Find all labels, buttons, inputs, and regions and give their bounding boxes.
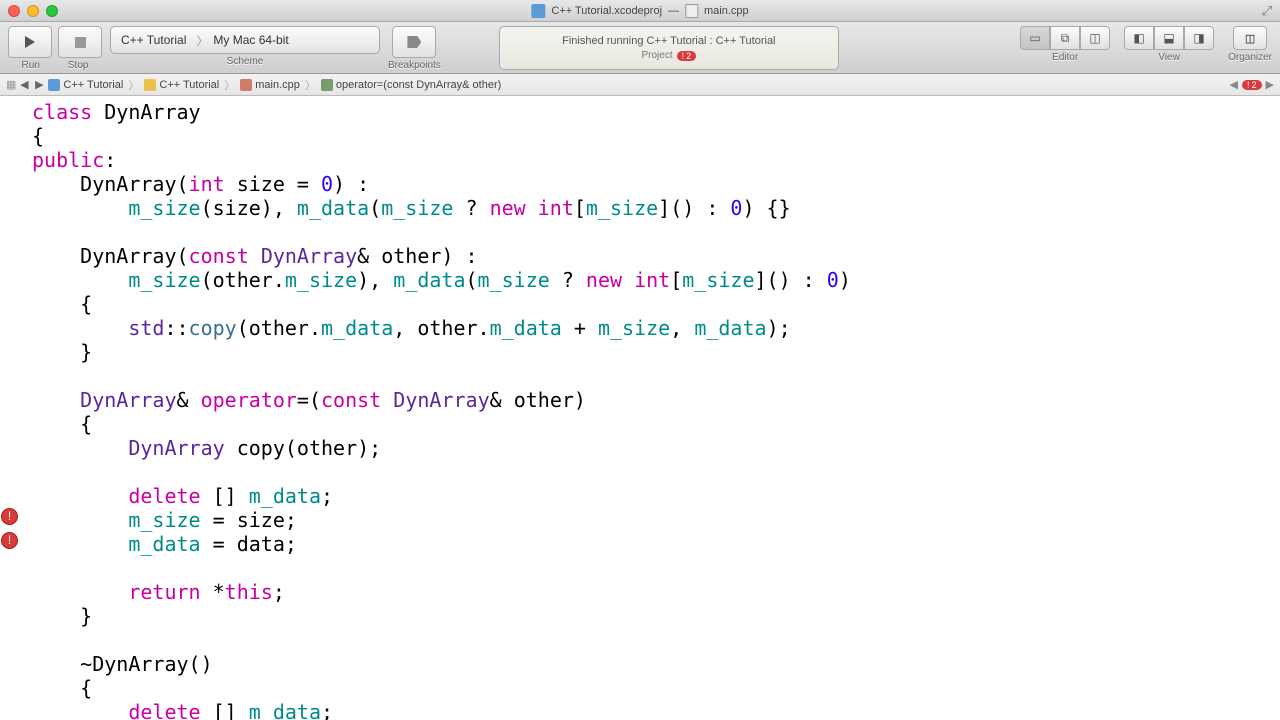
zoom-window-button[interactable] <box>46 5 58 17</box>
jump-bar: ▦ ◀ ▶ C++ Tutorial 〉 C++ Tutorial 〉 main… <box>0 74 1280 96</box>
next-issue-button[interactable]: ▶ <box>1266 78 1274 91</box>
issue-badge[interactable]: ! 2 <box>1242 80 1262 90</box>
organizer-group: ◫ Organizer <box>1228 26 1272 63</box>
file-icon <box>685 4 698 18</box>
code-editor[interactable]: ! ! class DynArray { public: DynArray(in… <box>0 96 1280 720</box>
toolbar-right: ▭ ⧉ ◫ Editor ◧ ⬓ ◨ View ◫ Organizer <box>1020 26 1272 63</box>
prev-issue-button[interactable]: ◀ <box>1230 78 1238 91</box>
crumb-file[interactable]: main.cpp <box>240 79 300 91</box>
standard-editor-button[interactable]: ▭ <box>1020 26 1050 50</box>
chevron-right-icon: 〉 <box>305 77 316 93</box>
source-code[interactable]: class DynArray { public: DynArray(int si… <box>0 96 1280 720</box>
cpp-file-icon <box>240 79 252 91</box>
crumb-project[interactable]: C++ Tutorial <box>48 79 123 91</box>
project-icon <box>48 79 60 91</box>
toggle-debug-button[interactable]: ⬓ <box>1154 26 1184 50</box>
fullscreen-icon[interactable]: ⤢ <box>1262 3 1272 19</box>
scheme-selector[interactable]: C++ Tutorial 〉 My Mac 64-bit <box>110 26 380 54</box>
gutter: ! ! <box>0 96 20 720</box>
run-stop-group: Run Stop <box>8 26 102 71</box>
run-label: Run <box>22 60 40 71</box>
error-badge[interactable]: ! 2 <box>677 51 697 61</box>
scheme-label: Scheme <box>227 56 264 67</box>
crumb-folder[interactable]: C++ Tutorial <box>144 79 219 91</box>
version-editor-button[interactable]: ◫ <box>1080 26 1110 50</box>
activity-status: Finished running C++ Tutorial : C++ Tuto… <box>499 26 839 70</box>
minimize-window-button[interactable] <box>27 5 39 17</box>
project-icon <box>531 4 545 18</box>
crumb-symbol[interactable]: operator=(const DynArray& other) <box>321 79 501 91</box>
editor-label: Editor <box>1052 52 1078 63</box>
scheme-group: C++ Tutorial 〉 My Mac 64-bit Scheme <box>110 26 380 67</box>
window-controls <box>8 5 58 17</box>
scheme-project: C++ Tutorial <box>111 33 196 47</box>
back-button[interactable]: ◀ <box>18 78 30 91</box>
view-group: ◧ ⬓ ◨ View <box>1124 26 1214 63</box>
toolbar: Run Stop C++ Tutorial 〉 My Mac 64-bit Sc… <box>0 22 1280 74</box>
folder-icon <box>144 79 156 91</box>
scheme-destination: My Mac 64-bit <box>203 33 298 47</box>
organizer-label: Organizer <box>1228 52 1272 63</box>
run-button[interactable] <box>8 26 52 58</box>
stop-button[interactable] <box>58 26 102 58</box>
status-project-label: Project <box>641 50 672 61</box>
forward-button[interactable]: ▶ <box>33 78 45 91</box>
window-title: C++ Tutorial.xcodeproj — main.cpp <box>531 4 748 18</box>
chevron-right-icon: 〉 <box>128 77 139 93</box>
breakpoints-group: Breakpoints <box>388 26 441 71</box>
title-separator: — <box>668 5 679 17</box>
toggle-utilities-button[interactable]: ◨ <box>1184 26 1214 50</box>
status-message: Finished running C++ Tutorial : C++ Tuto… <box>562 35 775 47</box>
breakpoints-label: Breakpoints <box>388 60 441 71</box>
breakpoint-icon <box>407 36 421 48</box>
assistant-editor-button[interactable]: ⧉ <box>1050 26 1080 50</box>
stop-label: Stop <box>68 60 89 71</box>
title-bar: C++ Tutorial.xcodeproj — main.cpp ⤢ <box>0 0 1280 22</box>
toggle-navigator-button[interactable]: ◧ <box>1124 26 1154 50</box>
editor-mode-group: ▭ ⧉ ◫ Editor <box>1020 26 1110 63</box>
file-name: main.cpp <box>704 5 749 17</box>
project-name: C++ Tutorial.xcodeproj <box>551 5 662 17</box>
error-marker-icon[interactable]: ! <box>1 532 18 549</box>
chevron-right-icon: 〉 <box>196 32 203 49</box>
view-label: View <box>1158 52 1180 63</box>
organizer-button[interactable]: ◫ <box>1233 26 1267 50</box>
breakpoints-button[interactable] <box>392 26 436 58</box>
related-items-icon[interactable]: ▦ <box>6 78 15 91</box>
stop-icon <box>75 37 86 48</box>
chevron-right-icon: 〉 <box>224 77 235 93</box>
error-count: 2 <box>686 51 691 61</box>
error-marker-icon[interactable]: ! <box>1 508 18 525</box>
play-icon <box>25 36 35 48</box>
method-icon <box>321 79 333 91</box>
close-window-button[interactable] <box>8 5 20 17</box>
